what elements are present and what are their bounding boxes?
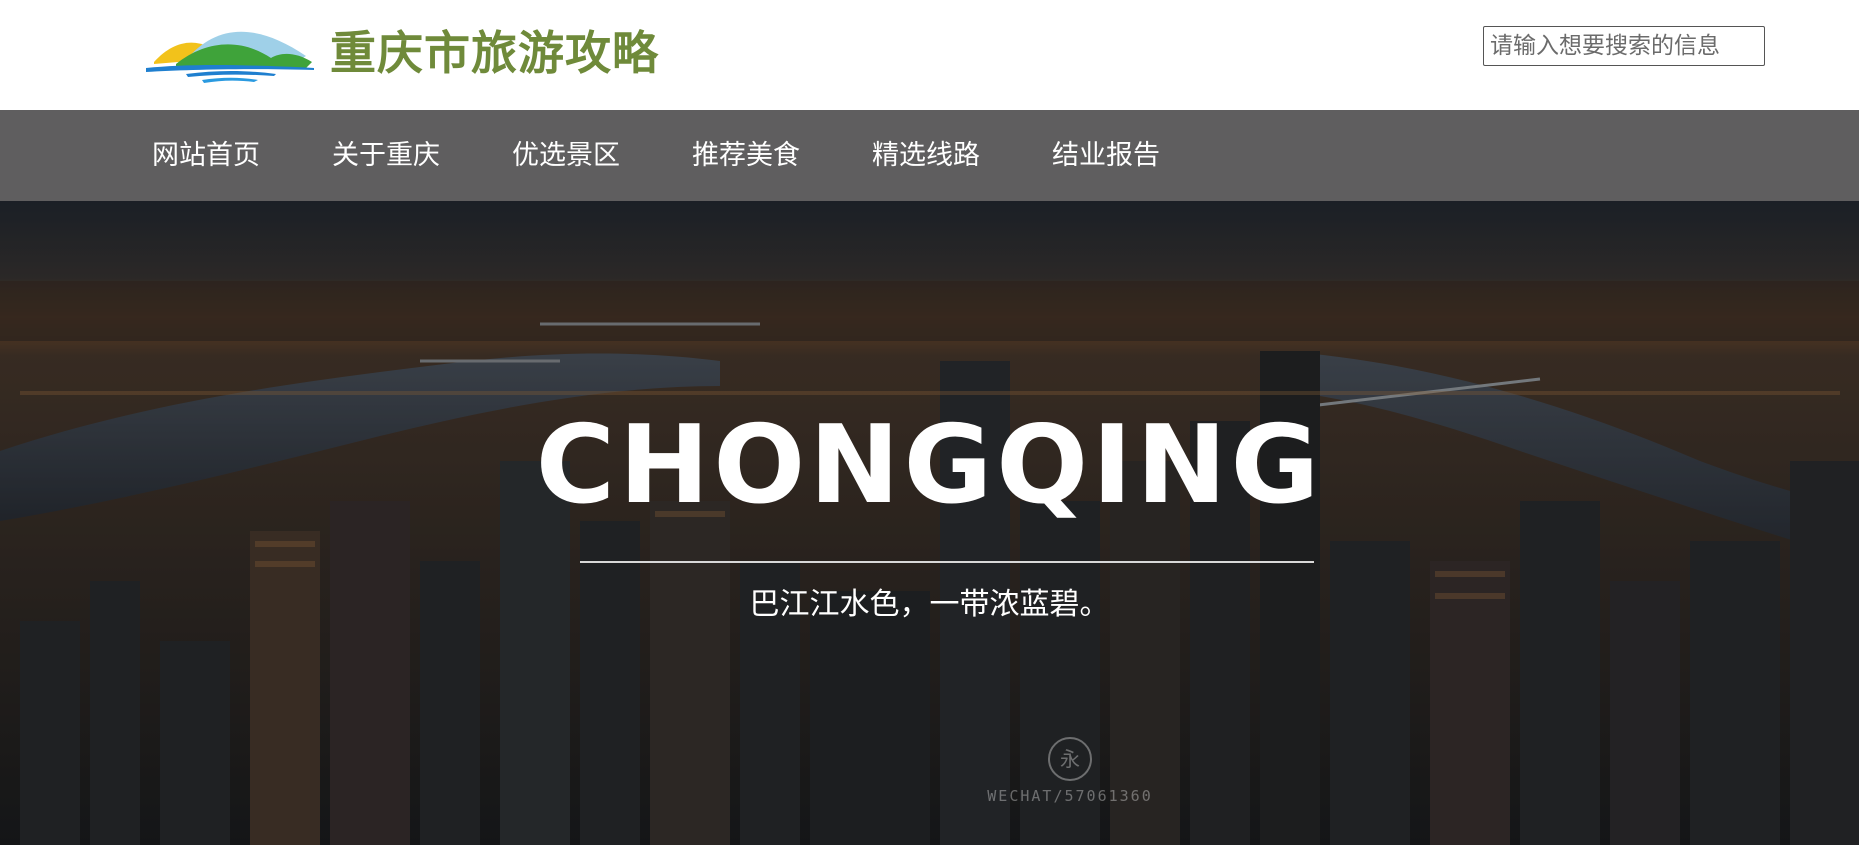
watermark-text: WECHAT/57061360 <box>987 787 1153 805</box>
nav-list: 网站首页 关于重庆 优选景区 推荐美食 精选线路 结业报告 <box>116 110 1196 201</box>
hero-divider <box>580 561 1314 563</box>
search-input[interactable] <box>1483 26 1765 66</box>
site-header: 重庆市旅游攻略 <box>0 0 1859 110</box>
watermark-seal-icon: 永 <box>1048 737 1092 781</box>
site-title: 重庆市旅游攻略 <box>330 26 659 80</box>
nav-item-report[interactable]: 结业报告 <box>1016 110 1196 201</box>
watermark: 永 WECHAT/57061360 <box>950 737 1190 805</box>
main-nav: 网站首页 关于重庆 优选景区 推荐美食 精选线路 结业报告 <box>0 110 1859 201</box>
mountains-water-logo-icon <box>146 31 314 83</box>
nav-item-scenic[interactable]: 优选景区 <box>476 110 656 201</box>
nav-item-food[interactable]: 推荐美食 <box>656 110 836 201</box>
hero-subtitle: 巴江江水色，一带浓蓝碧。 <box>749 587 1110 622</box>
nav-item-about[interactable]: 关于重庆 <box>296 110 476 201</box>
hero-title: CHONGQING <box>535 403 1324 528</box>
nav-item-routes[interactable]: 精选线路 <box>836 110 1016 201</box>
nav-item-home[interactable]: 网站首页 <box>116 110 296 201</box>
hero-banner: CHONGQING 巴江江水色，一带浓蓝碧。 永 WECHAT/57061360 <box>0 201 1859 845</box>
logo[interactable]: 重庆市旅游攻略 <box>146 18 659 88</box>
